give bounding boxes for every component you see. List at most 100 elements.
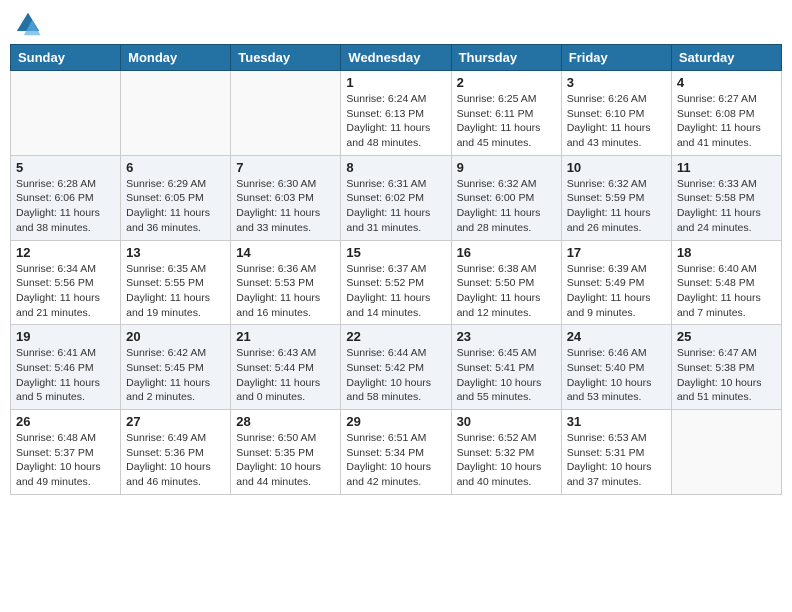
calendar-cell: 2 Sunrise: 6:25 AM Sunset: 6:11 PM Daylig… <box>451 71 561 156</box>
calendar-cell: 25 Sunrise: 6:47 AM Sunset: 5:38 PM Dayli… <box>671 325 781 410</box>
calendar-week-row: 5 Sunrise: 6:28 AM Sunset: 6:06 PM Daylig… <box>11 155 782 240</box>
day-detail: Sunrise: 6:24 AM Sunset: 6:13 PM Dayligh… <box>346 92 445 151</box>
calendar-cell: 28 Sunrise: 6:50 AM Sunset: 5:35 PM Dayli… <box>231 410 341 495</box>
day-number: 13 <box>126 245 225 260</box>
day-detail: Sunrise: 6:39 AM Sunset: 5:49 PM Dayligh… <box>567 262 666 321</box>
day-number: 24 <box>567 329 666 344</box>
calendar-cell: 29 Sunrise: 6:51 AM Sunset: 5:34 PM Dayli… <box>341 410 451 495</box>
calendar-cell: 26 Sunrise: 6:48 AM Sunset: 5:37 PM Dayli… <box>11 410 121 495</box>
day-number: 31 <box>567 414 666 429</box>
day-detail: Sunrise: 6:30 AM Sunset: 6:03 PM Dayligh… <box>236 177 335 236</box>
weekday-header-saturday: Saturday <box>671 45 781 71</box>
day-number: 9 <box>457 160 556 175</box>
day-detail: Sunrise: 6:31 AM Sunset: 6:02 PM Dayligh… <box>346 177 445 236</box>
logo-icon <box>14 10 42 38</box>
day-detail: Sunrise: 6:32 AM Sunset: 6:00 PM Dayligh… <box>457 177 556 236</box>
day-number: 22 <box>346 329 445 344</box>
day-number: 1 <box>346 75 445 90</box>
day-detail: Sunrise: 6:47 AM Sunset: 5:38 PM Dayligh… <box>677 346 776 405</box>
calendar-cell: 7 Sunrise: 6:30 AM Sunset: 6:03 PM Daylig… <box>231 155 341 240</box>
calendar-cell: 14 Sunrise: 6:36 AM Sunset: 5:53 PM Dayli… <box>231 240 341 325</box>
day-number: 21 <box>236 329 335 344</box>
day-number: 20 <box>126 329 225 344</box>
day-detail: Sunrise: 6:46 AM Sunset: 5:40 PM Dayligh… <box>567 346 666 405</box>
day-number: 4 <box>677 75 776 90</box>
calendar-cell: 21Sunrise: 6:43 AM Sunset: 5:44 PM Dayli… <box>231 325 341 410</box>
weekday-header-row: SundayMondayTuesdayWednesdayThursdayFrid… <box>11 45 782 71</box>
calendar-cell: 13 Sunrise: 6:35 AM Sunset: 5:55 PM Dayli… <box>121 240 231 325</box>
day-detail: Sunrise: 6:35 AM Sunset: 5:55 PM Dayligh… <box>126 262 225 321</box>
day-detail: Sunrise: 6:32 AM Sunset: 5:59 PM Dayligh… <box>567 177 666 236</box>
day-number: 15 <box>346 245 445 260</box>
day-number: 16 <box>457 245 556 260</box>
day-number: 5 <box>16 160 115 175</box>
day-detail: Sunrise: 6:37 AM Sunset: 5:52 PM Dayligh… <box>346 262 445 321</box>
day-number: 27 <box>126 414 225 429</box>
calendar-week-row: 19 Sunrise: 6:41 AM Sunset: 5:46 PM Dayli… <box>11 325 782 410</box>
calendar-cell: 10Sunrise: 6:32 AM Sunset: 5:59 PM Dayli… <box>561 155 671 240</box>
calendar-cell: 24 Sunrise: 6:46 AM Sunset: 5:40 PM Dayli… <box>561 325 671 410</box>
day-number: 19 <box>16 329 115 344</box>
day-number: 25 <box>677 329 776 344</box>
day-number: 28 <box>236 414 335 429</box>
day-number: 7 <box>236 160 335 175</box>
day-number: 14 <box>236 245 335 260</box>
day-number: 17 <box>567 245 666 260</box>
calendar-cell: 16Sunrise: 6:38 AM Sunset: 5:50 PM Dayli… <box>451 240 561 325</box>
page-header <box>10 10 782 38</box>
day-detail: Sunrise: 6:34 AM Sunset: 5:56 PM Dayligh… <box>16 262 115 321</box>
day-number: 6 <box>126 160 225 175</box>
day-detail: Sunrise: 6:41 AM Sunset: 5:46 PM Dayligh… <box>16 346 115 405</box>
day-number: 18 <box>677 245 776 260</box>
calendar-cell: 15 Sunrise: 6:37 AM Sunset: 5:52 PM Dayli… <box>341 240 451 325</box>
calendar-cell: 6 Sunrise: 6:29 AM Sunset: 6:05 PM Daylig… <box>121 155 231 240</box>
weekday-header-wednesday: Wednesday <box>341 45 451 71</box>
day-detail: Sunrise: 6:53 AM Sunset: 5:31 PM Dayligh… <box>567 431 666 490</box>
calendar-table: SundayMondayTuesdayWednesdayThursdayFrid… <box>10 44 782 495</box>
day-detail: Sunrise: 6:48 AM Sunset: 5:37 PM Dayligh… <box>16 431 115 490</box>
day-number: 12 <box>16 245 115 260</box>
calendar-cell: 20 Sunrise: 6:42 AM Sunset: 5:45 PM Dayli… <box>121 325 231 410</box>
calendar-cell: 17 Sunrise: 6:39 AM Sunset: 5:49 PM Dayli… <box>561 240 671 325</box>
weekday-header-thursday: Thursday <box>451 45 561 71</box>
day-detail: Sunrise: 6:52 AM Sunset: 5:32 PM Dayligh… <box>457 431 556 490</box>
day-detail: Sunrise: 6:26 AM Sunset: 6:10 PM Dayligh… <box>567 92 666 151</box>
weekday-header-tuesday: Tuesday <box>231 45 341 71</box>
weekday-header-monday: Monday <box>121 45 231 71</box>
day-detail: Sunrise: 6:29 AM Sunset: 6:05 PM Dayligh… <box>126 177 225 236</box>
day-detail: Sunrise: 6:51 AM Sunset: 5:34 PM Dayligh… <box>346 431 445 490</box>
calendar-cell: 1 Sunrise: 6:24 AM Sunset: 6:13 PM Daylig… <box>341 71 451 156</box>
day-number: 8 <box>346 160 445 175</box>
calendar-cell: 12 Sunrise: 6:34 AM Sunset: 5:56 PM Dayli… <box>11 240 121 325</box>
calendar-cell: 31 Sunrise: 6:53 AM Sunset: 5:31 PM Dayli… <box>561 410 671 495</box>
day-number: 23 <box>457 329 556 344</box>
calendar-cell: 27 Sunrise: 6:49 AM Sunset: 5:36 PM Dayli… <box>121 410 231 495</box>
calendar-cell: 9 Sunrise: 6:32 AM Sunset: 6:00 PM Daylig… <box>451 155 561 240</box>
day-detail: Sunrise: 6:36 AM Sunset: 5:53 PM Dayligh… <box>236 262 335 321</box>
calendar-cell: 4Sunrise: 6:27 AM Sunset: 6:08 PM Daylig… <box>671 71 781 156</box>
calendar-cell: 18Sunrise: 6:40 AM Sunset: 5:48 PM Dayli… <box>671 240 781 325</box>
calendar-week-row: 12 Sunrise: 6:34 AM Sunset: 5:56 PM Dayli… <box>11 240 782 325</box>
calendar-cell: 19 Sunrise: 6:41 AM Sunset: 5:46 PM Dayli… <box>11 325 121 410</box>
day-number: 29 <box>346 414 445 429</box>
day-detail: Sunrise: 6:33 AM Sunset: 5:58 PM Dayligh… <box>677 177 776 236</box>
calendar-cell: 30Sunrise: 6:52 AM Sunset: 5:32 PM Dayli… <box>451 410 561 495</box>
day-number: 2 <box>457 75 556 90</box>
day-detail: Sunrise: 6:44 AM Sunset: 5:42 PM Dayligh… <box>346 346 445 405</box>
calendar-cell: 23Sunrise: 6:45 AM Sunset: 5:41 PM Dayli… <box>451 325 561 410</box>
day-detail: Sunrise: 6:25 AM Sunset: 6:11 PM Dayligh… <box>457 92 556 151</box>
weekday-header-sunday: Sunday <box>11 45 121 71</box>
calendar-cell: 22 Sunrise: 6:44 AM Sunset: 5:42 PM Dayli… <box>341 325 451 410</box>
day-detail: Sunrise: 6:28 AM Sunset: 6:06 PM Dayligh… <box>16 177 115 236</box>
calendar-cell <box>11 71 121 156</box>
day-detail: Sunrise: 6:42 AM Sunset: 5:45 PM Dayligh… <box>126 346 225 405</box>
day-detail: Sunrise: 6:50 AM Sunset: 5:35 PM Dayligh… <box>236 431 335 490</box>
day-number: 11 <box>677 160 776 175</box>
calendar-week-row: 26 Sunrise: 6:48 AM Sunset: 5:37 PM Dayli… <box>11 410 782 495</box>
calendar-cell: 3Sunrise: 6:26 AM Sunset: 6:10 PM Daylig… <box>561 71 671 156</box>
day-detail: Sunrise: 6:49 AM Sunset: 5:36 PM Dayligh… <box>126 431 225 490</box>
calendar-cell: 5 Sunrise: 6:28 AM Sunset: 6:06 PM Daylig… <box>11 155 121 240</box>
weekday-header-friday: Friday <box>561 45 671 71</box>
calendar-cell: 11 Sunrise: 6:33 AM Sunset: 5:58 PM Dayli… <box>671 155 781 240</box>
day-number: 26 <box>16 414 115 429</box>
